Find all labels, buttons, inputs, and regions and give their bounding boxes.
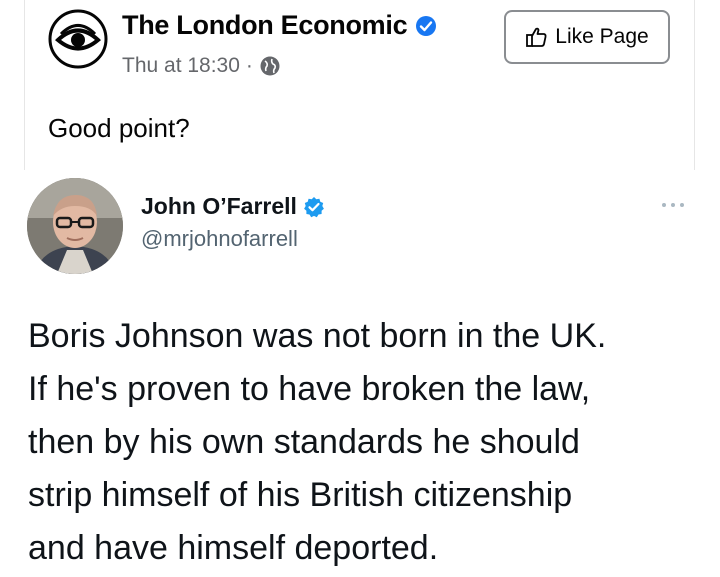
tweet-line: If he's proven to have broken the law,: [28, 370, 591, 408]
profile-photo[interactable]: [27, 178, 123, 274]
tweet-line: then by his own standards he should: [28, 423, 580, 461]
more-options-icon[interactable]: [658, 198, 688, 210]
tweet-author-row: John O’Farrell: [141, 193, 325, 220]
tweet-author-name[interactable]: John O’Farrell: [141, 193, 297, 220]
facebook-post: The London Economic Thu at 18:30 · Like …: [0, 0, 720, 170]
post-left-border: [24, 0, 25, 170]
meta-separator: ·: [245, 54, 253, 77]
tweet-line: strip himself of his British citizenship: [28, 476, 573, 514]
page-name-row: The London Economic: [122, 10, 437, 41]
verified-badge-icon: [415, 15, 437, 37]
page-name[interactable]: The London Economic: [122, 10, 408, 41]
like-page-label: Like Page: [555, 25, 649, 48]
post-meta: Thu at 18:30 ·: [122, 54, 281, 78]
eye-logo-icon[interactable]: [48, 9, 108, 69]
thumbs-up-icon: [525, 25, 549, 49]
verified-badge-icon: [303, 196, 325, 218]
globe-icon: [259, 55, 281, 77]
tweet-line: Boris Johnson was not born in the UK.: [28, 317, 607, 355]
post-right-border: [694, 0, 695, 170]
like-page-button[interactable]: Like Page: [504, 10, 670, 64]
tweet-line: and have himself deported.: [28, 529, 439, 567]
tweet-handle[interactable]: @mrjohnofarrell: [141, 226, 298, 252]
embedded-tweet: John O’Farrell @mrjohnofarrell Boris Joh…: [0, 170, 720, 577]
tweet-body: Boris Johnson was not born in the UK. If…: [28, 310, 708, 575]
post-timestamp[interactable]: Thu at 18:30: [122, 54, 240, 78]
post-text: Good point?: [48, 113, 190, 143]
